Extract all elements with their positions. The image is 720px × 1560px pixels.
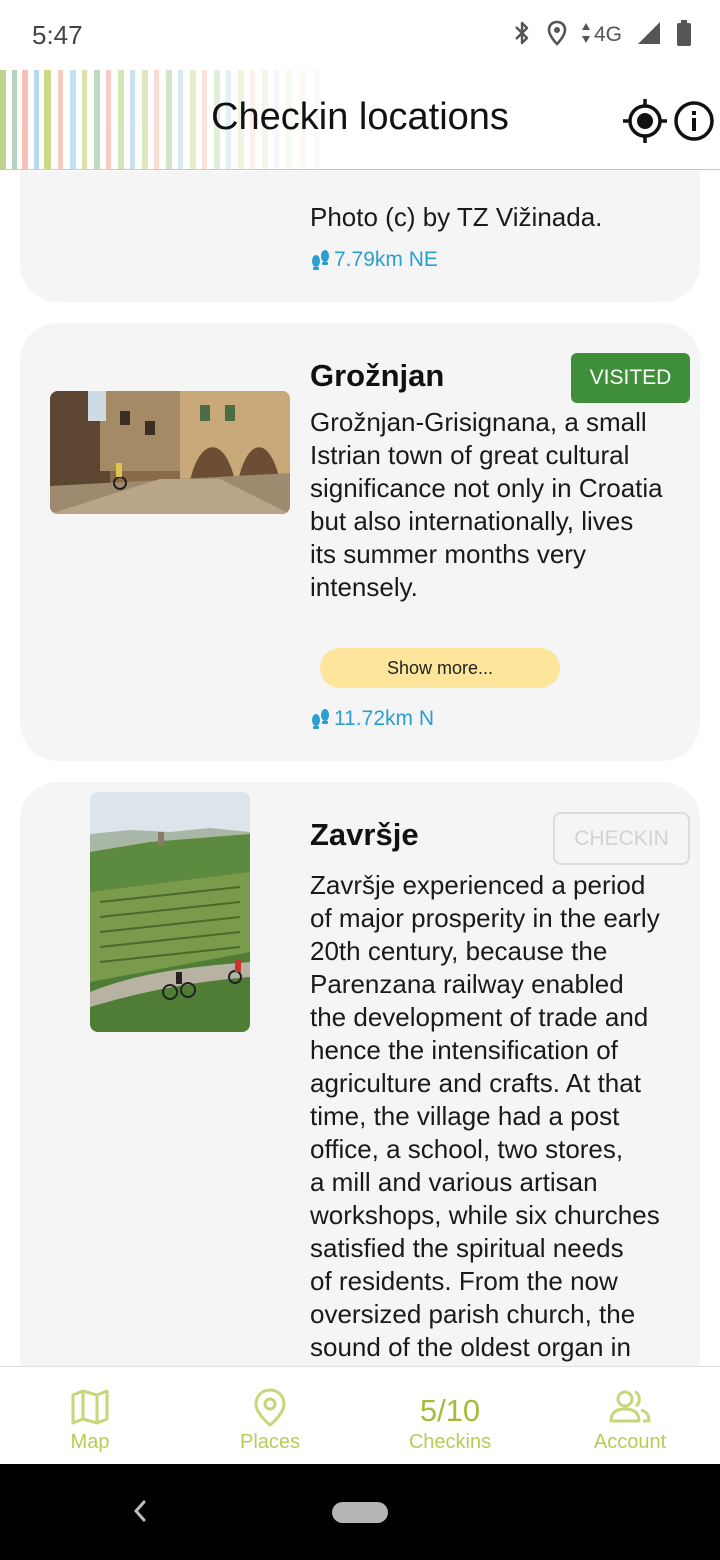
nav-places[interactable]: Places bbox=[180, 1367, 360, 1465]
description-line: intensely. bbox=[310, 572, 418, 602]
info-icon bbox=[674, 101, 714, 141]
nav-checkins-label: Checkins bbox=[408, 1431, 492, 1453]
description-line: Grožnjan-Grisignana, a small bbox=[310, 407, 647, 437]
signal-icon bbox=[636, 20, 662, 51]
description-line: satisfied the spiritual needs bbox=[310, 1233, 624, 1263]
battery-icon bbox=[676, 19, 692, 52]
location-distance: 7.79km NE bbox=[310, 248, 438, 272]
description-line: hence the intensification of bbox=[310, 1035, 618, 1065]
description-line: of residents. From the now bbox=[310, 1266, 618, 1296]
visited-badge: VISITED bbox=[571, 353, 690, 403]
map-icon bbox=[71, 1389, 109, 1425]
crosshair-locate-icon bbox=[623, 99, 667, 143]
description-line: 20th century, because the bbox=[310, 936, 608, 966]
description-line: workshops, while six churches bbox=[310, 1200, 660, 1230]
description-line: office, a school, two stores, bbox=[310, 1134, 624, 1164]
footsteps-icon bbox=[312, 250, 329, 270]
description-line: significance not only in Croatia bbox=[310, 473, 663, 503]
status-icons: 4G bbox=[511, 18, 692, 52]
checkin-button[interactable]: CHECKIN bbox=[553, 812, 690, 865]
locate-me-button[interactable] bbox=[622, 98, 668, 144]
info-button[interactable] bbox=[672, 99, 716, 143]
nav-account[interactable]: Account bbox=[540, 1367, 720, 1465]
app-header: Checkin locations bbox=[0, 70, 720, 170]
location-pin-icon bbox=[547, 20, 567, 51]
system-back-button[interactable] bbox=[128, 1496, 150, 1526]
nav-map[interactable]: Map bbox=[0, 1367, 180, 1465]
location-pin-icon bbox=[254, 1388, 286, 1427]
description-line: agriculture and crafts. At that bbox=[310, 1068, 641, 1098]
location-description: Završje experienced a period of major pr… bbox=[310, 869, 660, 1364]
description-line: of major prosperity in the early bbox=[310, 903, 660, 933]
checkins-count: 5/10 bbox=[419, 1393, 481, 1428]
nav-account-label: Account bbox=[593, 1431, 667, 1453]
location-title: Grožnjan bbox=[310, 358, 445, 393]
back-chevron-icon bbox=[133, 1500, 146, 1522]
nav-map-label: Map bbox=[70, 1431, 110, 1453]
network-type: 4G bbox=[593, 23, 622, 46]
system-navigation-bar bbox=[0, 1464, 720, 1560]
bottom-navigation: Map Places 5/10 Checkins Account bbox=[0, 1366, 720, 1464]
location-description: Photo (c) by TZ Vižinada. bbox=[310, 202, 603, 232]
nav-checkins[interactable]: 5/10 Checkins bbox=[360, 1367, 540, 1465]
description-line: but also internationally, lives bbox=[310, 506, 634, 536]
status-bar: 5:47 4G bbox=[0, 0, 720, 70]
status-time: 5:47 bbox=[32, 20, 83, 50]
show-more-button[interactable]: Show more... bbox=[320, 648, 560, 688]
description-line: time, the village had a post bbox=[310, 1101, 620, 1131]
location-photo[interactable] bbox=[90, 792, 250, 1032]
distance-text: 7.79km NE bbox=[334, 248, 438, 271]
description-line: its summer months very bbox=[310, 539, 586, 569]
bluetooth-icon bbox=[511, 20, 533, 51]
location-title: Završje bbox=[310, 817, 419, 852]
description-line: Parenzana railway enabled bbox=[310, 969, 624, 999]
nav-places-label: Places bbox=[239, 1431, 301, 1453]
account-group-icon bbox=[609, 1390, 651, 1423]
location-card[interactable]: Photo (c) by TZ Vižinada. 7.79km NE bbox=[20, 171, 700, 302]
description-line: sound of the oldest organ in bbox=[310, 1332, 631, 1362]
location-photo[interactable] bbox=[50, 391, 290, 514]
description-line: oversized parish church, the bbox=[310, 1299, 636, 1329]
description-line: Završje experienced a period bbox=[310, 870, 646, 900]
distance-text: 11.72km N bbox=[334, 707, 434, 730]
checkin-locations-list[interactable]: Photo (c) by TZ Vižinada. 7.79km NE Grož… bbox=[0, 171, 720, 1366]
system-home-button[interactable] bbox=[332, 1502, 388, 1523]
description-line: a mill and various artisan bbox=[310, 1167, 598, 1197]
location-card[interactable]: Završje CHECKIN Završje experienced a pe… bbox=[20, 782, 700, 1366]
page-title: Checkin locations bbox=[211, 96, 509, 138]
location-card[interactable]: Grožnjan VISITED Grožnjan-Grisignana, a … bbox=[20, 323, 700, 761]
footsteps-icon bbox=[312, 709, 329, 729]
location-distance: 11.72km N bbox=[310, 707, 434, 731]
data-arrows-icon bbox=[581, 21, 591, 50]
location-description: Grožnjan-Grisignana, a small Istrian tow… bbox=[310, 406, 663, 604]
description-line: the development of trade and bbox=[310, 1002, 649, 1032]
description-line: Istrian town of great cultural bbox=[310, 440, 630, 470]
